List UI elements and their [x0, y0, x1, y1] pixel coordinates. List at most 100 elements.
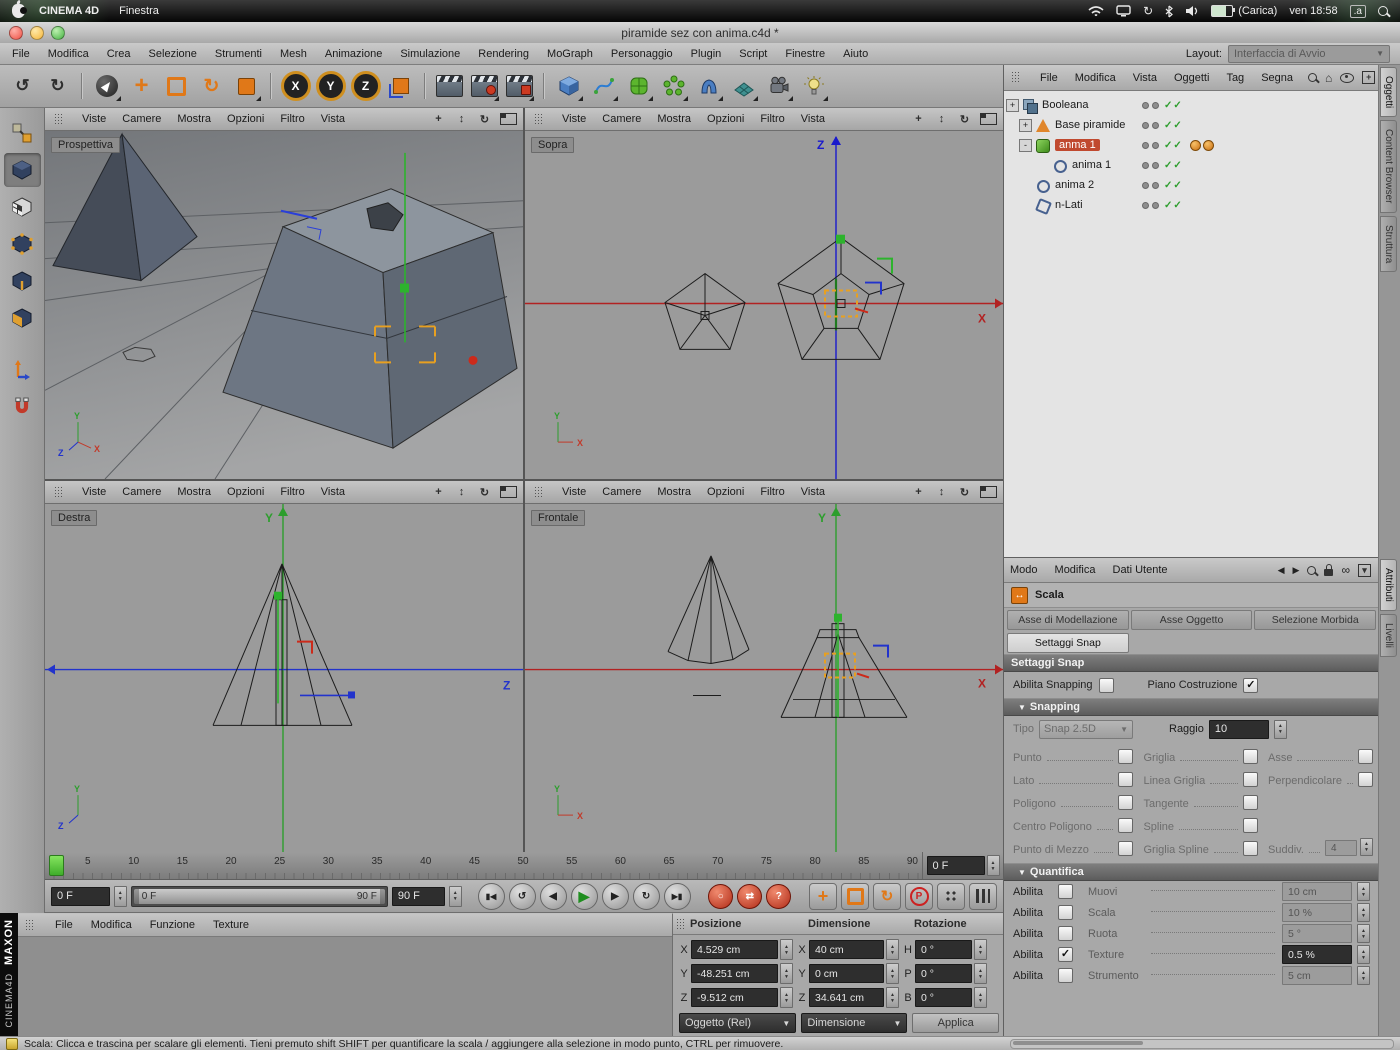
panel-side-tab[interactable]: Attributi: [1380, 559, 1397, 611]
snapping-group-header[interactable]: ▼ Snapping: [1004, 698, 1379, 716]
history-back-icon[interactable]: ◀: [1278, 565, 1285, 576]
object-manager-menu-item[interactable]: Tag: [1224, 72, 1246, 84]
attribute-tab[interactable]: Asse di Modellazione: [1007, 610, 1129, 630]
position-value-field[interactable]: -9.512 cm: [691, 988, 778, 1007]
viewport-canvas-front[interactable]: Frontale Y X Y X: [525, 504, 1003, 852]
expander-icon[interactable]: -: [1019, 138, 1032, 152]
rotate-view-icon[interactable]: ↻: [957, 113, 972, 126]
viewport-menu-item[interactable]: Viste: [80, 113, 108, 125]
object-label[interactable]: Booleana: [1042, 99, 1089, 111]
value-stepper[interactable]: [886, 963, 899, 984]
material-menu-item[interactable]: Modifica: [89, 919, 134, 931]
sync-icon[interactable]: ↻: [1143, 4, 1153, 18]
camera-button[interactable]: [762, 70, 795, 103]
next-frame-button[interactable]: ▶: [601, 882, 629, 910]
value-stepper[interactable]: [886, 987, 899, 1008]
construction-plane-checkbox[interactable]: [1243, 677, 1259, 693]
subdivision-surface-button[interactable]: [622, 70, 655, 103]
attribute-tab[interactable]: Asse Oggetto: [1130, 610, 1253, 630]
rotate-view-icon[interactable]: ↻: [477, 113, 492, 126]
keyframe-selection-button[interactable]: [969, 882, 997, 910]
eye-icon[interactable]: [1340, 72, 1355, 83]
object-tree[interactable]: + Booleana ✓✓ + Base piramide ✓✓ - anma …: [1004, 91, 1379, 557]
search-icon[interactable]: [1308, 73, 1317, 82]
lock-z-axis-button[interactable]: Z: [349, 70, 382, 103]
expander-icon[interactable]: [1036, 159, 1049, 172]
volume-icon[interactable]: [1185, 5, 1199, 17]
value-stepper[interactable]: [780, 963, 793, 984]
polygons-mode-button[interactable]: [4, 301, 41, 335]
panel-side-tab[interactable]: Oggetti: [1380, 67, 1397, 118]
viewport-menu-item[interactable]: Filtro: [278, 113, 306, 125]
quantize-stepper[interactable]: [1357, 945, 1370, 964]
app-menu-item[interactable]: Simulazione: [398, 48, 462, 60]
texture-mode-button[interactable]: [4, 190, 41, 224]
edges-mode-button[interactable]: [4, 264, 41, 298]
bluetooth-icon[interactable]: [1165, 5, 1174, 18]
viewport-menu-item[interactable]: Camere: [120, 113, 163, 125]
quantize-stepper[interactable]: [1357, 966, 1370, 985]
freehand-spline-button[interactable]: [587, 70, 620, 103]
model-mode-button[interactable]: [3, 153, 41, 187]
app-menu-item[interactable]: Script: [737, 48, 769, 60]
panel-grip-icon[interactable]: [676, 917, 685, 931]
viewport-menu-item[interactable]: Camere: [600, 113, 643, 125]
app-menu-item[interactable]: Finestre: [783, 48, 827, 60]
menubar-clock[interactable]: ven 18:58: [1289, 5, 1337, 17]
quantize-enable-checkbox[interactable]: [1058, 884, 1073, 899]
viewport-canvas-right[interactable]: Destra Y Z Y Z: [45, 504, 523, 852]
enable-checkmarks[interactable]: ✓✓: [1164, 140, 1183, 151]
viewport-menu-item[interactable]: Mostra: [175, 113, 213, 125]
object-row[interactable]: n-Lati ✓✓: [1004, 195, 1379, 215]
value-stepper[interactable]: [886, 939, 899, 960]
viewport-menu-item[interactable]: Viste: [80, 486, 108, 498]
zoom-view-icon[interactable]: ↕: [934, 486, 949, 498]
dimension-mode-dropdown[interactable]: Dimensione ▼: [801, 1013, 908, 1033]
enable-snapping-checkbox[interactable]: [1098, 677, 1114, 693]
object-manager-menu-item[interactable]: File: [1038, 72, 1060, 84]
snap-option-checkbox[interactable]: [1118, 841, 1134, 856]
object-row[interactable]: + Booleana ✓✓: [1004, 95, 1379, 115]
attribute-menu-item[interactable]: Dati Utente: [1111, 564, 1170, 576]
record-scale-toggle[interactable]: [841, 882, 869, 910]
timeline-frame-field[interactable]: 0 F: [926, 856, 985, 875]
current-frame-stepper[interactable]: [113, 885, 127, 907]
rotate-view-icon[interactable]: ↻: [477, 486, 492, 499]
maximize-view-icon[interactable]: [500, 486, 517, 498]
points-mode-button[interactable]: [4, 227, 41, 261]
history-forward-icon[interactable]: ▶: [1293, 565, 1300, 576]
snap-option-checkbox[interactable]: [1358, 749, 1373, 764]
object-label[interactable]: n-Lati: [1055, 199, 1083, 211]
pan-view-icon[interactable]: +: [431, 113, 446, 125]
panel-grip-icon[interactable]: [54, 485, 63, 499]
snap-option-checkbox[interactable]: [1243, 818, 1258, 833]
viewport-menu-item[interactable]: Vista: [799, 486, 827, 498]
loop-playback-button[interactable]: ↻: [632, 882, 660, 910]
quantize-enable-checkbox[interactable]: [1058, 905, 1073, 920]
frame-range-thumb[interactable]: 0 F 90 F: [133, 888, 385, 904]
expander-icon[interactable]: [1019, 179, 1032, 192]
pan-view-icon[interactable]: +: [431, 486, 446, 498]
app-menu-item[interactable]: File: [10, 48, 32, 60]
horizontal-scrollbar[interactable]: [1010, 1038, 1394, 1049]
lock-icon[interactable]: [1324, 563, 1334, 576]
subdivision-stepper[interactable]: [1360, 838, 1373, 856]
viewport-menu-item[interactable]: Filtro: [758, 486, 786, 498]
viewport-menu-item[interactable]: Vista: [319, 486, 347, 498]
record-position-toggle[interactable]: +: [809, 882, 837, 910]
app-menu-item[interactable]: Personaggio: [609, 48, 675, 60]
go-to-end-button[interactable]: ▶▮: [663, 882, 691, 910]
panel-grip-icon[interactable]: [25, 918, 34, 932]
value-stepper[interactable]: [974, 963, 987, 984]
material-list-empty[interactable]: [18, 937, 672, 1037]
apple-menu-icon[interactable]: [12, 4, 27, 18]
app-menu-item[interactable]: MoGraph: [545, 48, 595, 60]
quantize-stepper[interactable]: [1357, 903, 1370, 922]
app-menu-item[interactable]: Mesh: [278, 48, 309, 60]
apply-button[interactable]: Applica: [912, 1013, 1000, 1033]
panel-grip-icon[interactable]: [534, 485, 543, 499]
timeline-playhead[interactable]: [49, 855, 64, 876]
object-label[interactable]: Base piramide: [1055, 119, 1125, 131]
record-rotation-toggle[interactable]: ↻: [873, 882, 901, 910]
section-header[interactable]: Settaggi Snap: [1004, 654, 1379, 672]
